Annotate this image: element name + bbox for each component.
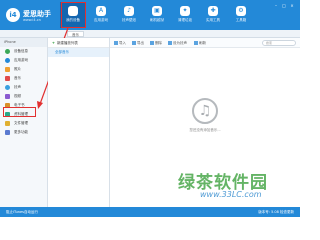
sub-tab-bar: 音乐: [0, 30, 300, 38]
version-info[interactable]: 版本号: 5.08 检查更新: [258, 209, 294, 215]
tab-music[interactable]: 音乐: [67, 31, 84, 37]
new-playlist-button[interactable]: + 新建播放列表: [48, 38, 109, 48]
app-site: www.i4.cn: [23, 18, 41, 22]
playlist-panel: + 新建播放列表 全部音乐: [48, 38, 110, 207]
close-button[interactable]: ×: [289, 3, 295, 8]
highlight-box-device-tab: [61, 2, 86, 28]
highlight-box-music: [3, 107, 36, 117]
photo-icon: [5, 67, 10, 72]
empty-message: 您还没有添加音乐...: [189, 128, 221, 132]
sidebar: iPhone 设备信息 应用游戏 照片 音乐 铃声 视频 电子书 资料管理 文件…: [0, 38, 48, 207]
music-note-icon: ♫: [192, 98, 218, 124]
minimize-button[interactable]: –: [273, 3, 279, 8]
toolbox-icon: ⚙: [236, 6, 246, 16]
sidebar-item-videos[interactable]: 视频: [0, 92, 47, 101]
sidebar-item-device-info[interactable]: 设备信息: [0, 47, 47, 56]
apps-icon: A: [96, 6, 106, 16]
sidebar-item-file-management[interactable]: 文件管理: [0, 119, 47, 128]
sidebar-item-apps[interactable]: 应用游戏: [0, 56, 47, 65]
tools-icon: ✚: [208, 6, 218, 16]
sidebar-item-music[interactable]: 音乐: [0, 74, 47, 83]
block-itunes-toggle[interactable]: 阻止iTunes自动运行: [6, 209, 38, 215]
ringtone-icon: [168, 41, 172, 45]
music-icon: [5, 76, 10, 81]
tab-ringtones-wallpapers[interactable]: ♪ 铃声壁纸: [116, 2, 142, 28]
clean-icon: ✦: [180, 6, 190, 16]
refresh-icon: [194, 41, 198, 45]
sidebar-item-ringtones[interactable]: 铃声: [0, 83, 47, 92]
search-input[interactable]: 搜索: [262, 40, 296, 46]
status-bar: 阻止iTunes自动运行 版本号: 5.08 检查更新: [0, 207, 300, 217]
tab-flash-jailbreak[interactable]: ▣ 刷机越狱: [144, 2, 170, 28]
tab-apps-games[interactable]: A 应用游戏: [88, 2, 114, 28]
set-ringtone-button[interactable]: 设为铃声: [168, 40, 187, 46]
video-icon: [5, 94, 10, 99]
delete-icon: [150, 41, 154, 45]
sidebar-item-more[interactable]: 更多功能: [0, 128, 47, 137]
import-button[interactable]: 导入: [114, 40, 126, 46]
tab-utilities[interactable]: ✚ 实用工具: [200, 2, 226, 28]
export-button[interactable]: 导出: [132, 40, 144, 46]
plus-icon: +: [52, 41, 55, 45]
playlist-all-music[interactable]: 全部音乐: [48, 48, 109, 57]
bell-icon: ♪: [124, 6, 134, 16]
info-icon: [5, 49, 10, 54]
music-toolbar: 导入 导出 删除 设为铃声 刷新 搜索: [110, 38, 300, 48]
import-icon: [114, 41, 118, 45]
refresh-button[interactable]: 刷新: [194, 40, 206, 46]
maximize-button[interactable]: □: [281, 3, 287, 8]
more-icon: [5, 130, 10, 135]
top-bar: i4 爱思助手 www.i4.cn 我的设备 A 应用游戏 ♪ 铃声壁纸 ▣ 刷…: [0, 0, 300, 30]
tab-clean-junk[interactable]: ✦ 清理垃圾: [172, 2, 198, 28]
folder-icon: [5, 121, 10, 126]
sidebar-item-photos[interactable]: 照片: [0, 65, 47, 74]
ringtone-icon: [5, 85, 10, 90]
watermark-url: www.33LC.com: [200, 190, 262, 199]
box-icon: ▣: [152, 6, 162, 16]
tab-toolbox[interactable]: ⚙ 工具箱: [228, 2, 254, 28]
app-logo-icon: i4: [6, 8, 20, 22]
export-icon: [132, 41, 136, 45]
delete-button[interactable]: 删除: [150, 40, 162, 46]
apps-icon: [5, 58, 10, 63]
device-name[interactable]: iPhone: [0, 38, 47, 47]
